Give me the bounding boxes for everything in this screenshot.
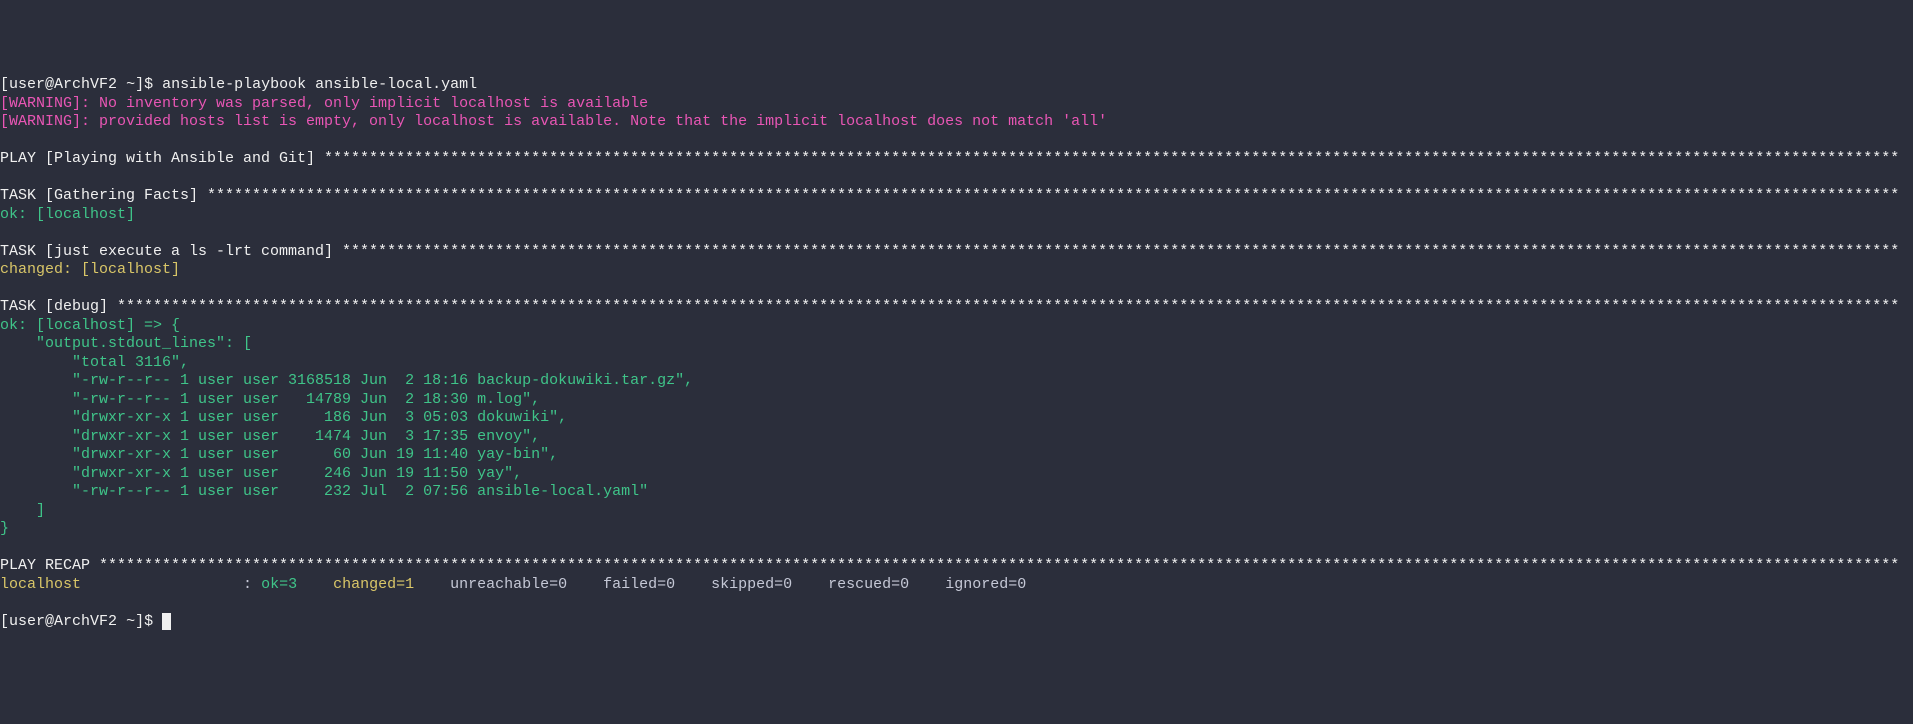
recap-rest: unreachable=0 failed=0 skipped=0 rescued… (441, 576, 1026, 593)
prompt-open: [ (0, 76, 9, 93)
debug-line: "drwxr-xr-x 1 user user 246 Jun 19 11:50… (0, 465, 522, 482)
recap-changed: changed=1 (324, 576, 441, 593)
prompt-at: @ (45, 613, 54, 630)
debug-line: "output.stdout_lines": [ (0, 335, 252, 352)
debug-line: ] (0, 502, 45, 519)
prompt-at: @ (45, 76, 54, 93)
play-header: PLAY [Playing with Ansible and Git] ****… (0, 150, 1899, 167)
prompt-open: [ (0, 613, 9, 630)
prompt-user: user (9, 76, 45, 93)
debug-line: ok: [localhost] => { (0, 317, 180, 334)
prompt-user: user (9, 613, 45, 630)
task-ls-header: TASK [just execute a ls -lrt command] **… (0, 243, 1899, 260)
prompt-host: ArchVF2 (54, 76, 117, 93)
warning-line-1: [WARNING]: No inventory was parsed, only… (0, 95, 648, 112)
command-text: ansible-playbook ansible-local.yaml (162, 76, 477, 93)
play-recap-header: PLAY RECAP *****************************… (0, 557, 1899, 574)
warning-line-2: [WARNING]: provided hosts list is empty,… (0, 113, 1107, 130)
debug-line: "drwxr-xr-x 1 user user 186 Jun 3 05:03 … (0, 409, 567, 426)
prompt-close: ] (135, 76, 144, 93)
prompt-dollar: $ (144, 76, 162, 93)
debug-line: "total 3116", (0, 354, 189, 371)
terminal-output: [user@ArchVF2 ~]$ ansible-playbook ansib… (0, 76, 1913, 631)
task-debug-header: TASK [debug] ***************************… (0, 298, 1899, 315)
debug-line: "-rw-r--r-- 1 user user 14789 Jun 2 18:3… (0, 391, 540, 408)
task-ls-result: changed: [localhost] (0, 261, 180, 278)
recap-host: localhost (0, 576, 243, 593)
prompt-line-2[interactable]: [user@ArchVF2 ~]$ (0, 613, 171, 630)
prompt-close: ] (135, 613, 144, 630)
debug-line: "drwxr-xr-x 1 user user 60 Jun 19 11:40 … (0, 446, 558, 463)
debug-line: "-rw-r--r-- 1 user user 3168518 Jun 2 18… (0, 372, 693, 389)
debug-line: } (0, 520, 9, 537)
cursor-icon (162, 613, 171, 630)
task-gathering-facts-header: TASK [Gathering Facts] *****************… (0, 187, 1899, 204)
prompt-path: ~ (117, 76, 135, 93)
task-gathering-facts-result: ok: [localhost] (0, 206, 135, 223)
debug-line: "-rw-r--r-- 1 user user 232 Jul 2 07:56 … (0, 483, 648, 500)
prompt-path: ~ (117, 613, 135, 630)
recap-ok: ok=3 (261, 576, 324, 593)
prompt-dollar: $ (144, 613, 162, 630)
prompt-line-1[interactable]: [user@ArchVF2 ~]$ ansible-playbook ansib… (0, 76, 477, 93)
debug-line: "drwxr-xr-x 1 user user 1474 Jun 3 17:35… (0, 428, 540, 445)
recap-colon: : (243, 576, 261, 593)
recap-line: localhost : ok=3 changed=1 unreachable=0… (0, 576, 1026, 593)
prompt-host: ArchVF2 (54, 613, 117, 630)
